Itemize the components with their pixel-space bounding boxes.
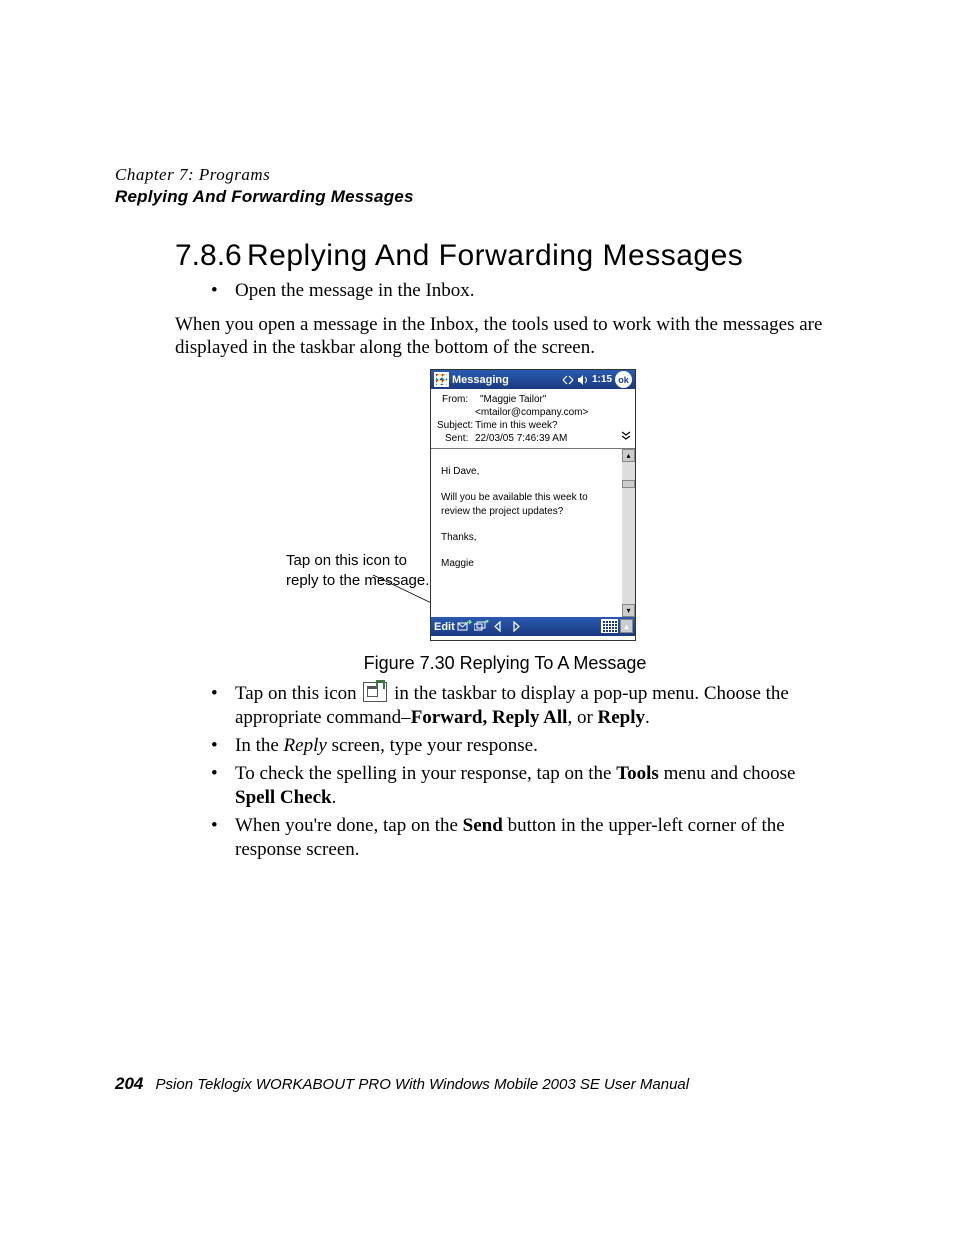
bullet-tap-icon: Tap on this icon in the taskbar to displ… xyxy=(205,682,835,730)
bullet-open-inbox: Open the message in the Inbox. xyxy=(205,279,835,303)
edit-menu[interactable]: Edit xyxy=(434,621,455,633)
body-greeting: Hi Dave, xyxy=(441,465,616,479)
scroll-track[interactable] xyxy=(622,462,635,604)
scroll-down-button[interactable]: ▾ xyxy=(622,604,635,617)
from-email: <mtailor@company.com> xyxy=(475,406,588,419)
from-value: "Maggie Tailor" xyxy=(480,393,546,406)
running-section-title: Replying And Forwarding Messages xyxy=(115,187,835,207)
scroll-thumb[interactable] xyxy=(622,480,635,488)
scrollbar[interactable]: ▴ ▾ xyxy=(622,449,635,617)
page-number: 204 xyxy=(115,1074,143,1093)
bullet-type-response: In the Reply screen, type your response. xyxy=(205,734,835,758)
system-tray: 1:15 ok xyxy=(562,371,632,388)
page-footer: 204 Psion Teklogix WORKABOUT PRO With Wi… xyxy=(115,1074,835,1094)
body-signoff: Thanks, xyxy=(441,531,616,545)
section-heading: 7.8.6 Replying And Forwarding Messages xyxy=(175,239,835,273)
reply-icon[interactable] xyxy=(457,620,472,634)
app-title: Messaging xyxy=(452,374,509,386)
bullet-send: When you're done, tap on the Send button… xyxy=(205,814,835,862)
device-screenshot: Messaging 1:15 ok From: "Maggie Tailor" xyxy=(430,369,636,641)
start-button[interactable] xyxy=(434,372,449,387)
ok-button[interactable]: ok xyxy=(615,371,632,388)
clock-time[interactable]: 1:15 xyxy=(592,374,612,385)
instruction-bullets: Tap on this icon in the taskbar to displ… xyxy=(205,682,835,862)
reply-inline-icon xyxy=(363,682,387,702)
body-line1: Will you be available this week to revie… xyxy=(441,491,616,519)
figure-caption: Figure 7.30 Replying To A Message xyxy=(175,653,835,674)
sent-label: Sent: xyxy=(437,432,475,445)
figure-container: Tap on this icon to reply to the message… xyxy=(175,369,735,649)
chapter-label: Chapter 7: Programs xyxy=(115,165,835,185)
collapse-chevron-icon[interactable] xyxy=(621,431,631,445)
prev-arrow-icon[interactable] xyxy=(491,620,506,634)
keyboard-icon[interactable] xyxy=(601,619,618,633)
heading-title: Replying And Forwarding Messages xyxy=(247,239,743,272)
scroll-up-button[interactable]: ▴ xyxy=(622,449,635,462)
subject-label: Subject: xyxy=(437,419,473,432)
bullet-spell-check: To check the spelling in your response, … xyxy=(205,762,835,810)
body-name: Maggie xyxy=(441,557,616,571)
intro-paragraph: When you open a message in the Inbox, th… xyxy=(175,313,835,359)
sent-value: 22/03/05 7:46:39 AM xyxy=(475,432,567,445)
sip-up-button[interactable]: ▴ xyxy=(620,619,633,633)
from-label: From: xyxy=(437,393,480,406)
reply-all-icon[interactable] xyxy=(474,620,489,634)
titlebar: Messaging 1:15 ok xyxy=(431,370,635,389)
connectivity-icon[interactable] xyxy=(562,374,574,386)
message-header: From: "Maggie Tailor" <mtailor@company.c… xyxy=(431,389,635,449)
intro-bullets: Open the message in the Inbox. xyxy=(205,279,835,303)
windows-flag-icon xyxy=(436,374,447,385)
heading-number: 7.8.6 xyxy=(175,239,241,273)
next-arrow-icon[interactable] xyxy=(508,620,523,634)
page-content: Chapter 7: Programs Replying And Forward… xyxy=(115,165,835,866)
message-body-text: Hi Dave, Will you be available this week… xyxy=(431,449,622,617)
bottom-taskbar: Edit ▴ xyxy=(431,617,635,636)
volume-icon[interactable] xyxy=(577,374,589,386)
message-body-area: Hi Dave, Will you be available this week… xyxy=(431,449,635,617)
subject-value: Time in this week? xyxy=(475,419,557,432)
footer-text: Psion Teklogix WORKABOUT PRO With Window… xyxy=(156,1076,690,1093)
